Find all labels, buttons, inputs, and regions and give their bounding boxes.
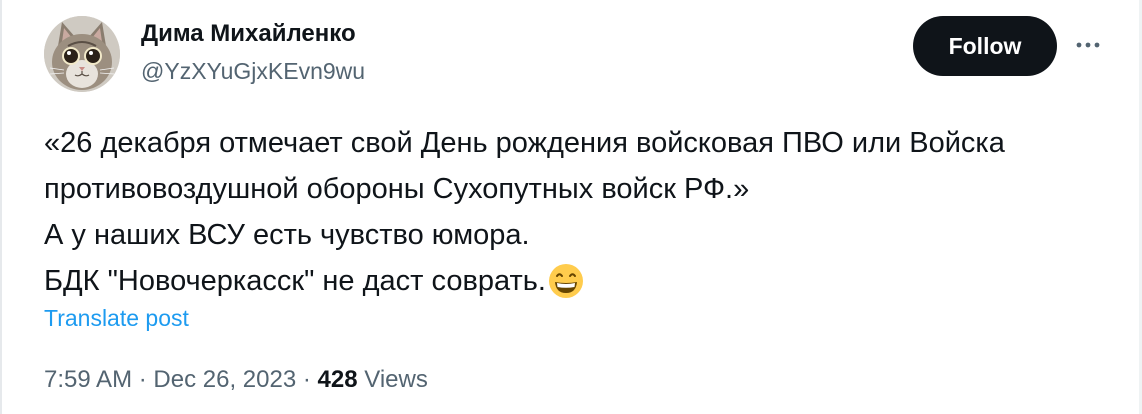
window-left-border [0,0,2,414]
follow-button[interactable]: Follow [913,16,1057,76]
tweet-text-line-last: БДК "Новочеркасск" не даст соврать. [44,258,1124,304]
views-count: 428 [317,366,358,393]
tweet-text-line: «26 декабря отмечает свой День рождения … [44,127,1005,159]
tweet-date[interactable]: Dec 26, 2023 [153,366,296,393]
author-handle[interactable]: @YzXYuGjxKEvn9wu [141,58,365,85]
author-name[interactable]: Дима Михайленко [141,20,356,48]
cat-avatar-icon [44,16,120,92]
tweet-text-line-content: БДК "Новочеркасск" не даст соврать. [44,265,546,297]
tweet-time[interactable]: 7:59 AM [44,366,132,393]
tweet-text-line: А у наших ВСУ есть чувство юмора. [44,219,530,251]
tweet-text: «26 декабря отмечает свой День рождения … [44,120,1124,304]
meta-separator: · [302,366,311,393]
tweet-meta: 7:59 AM · Dec 26, 2023 · 428 Views [44,366,428,394]
more-options-icon [1076,42,1100,48]
translate-post-link[interactable]: Translate post [44,305,189,332]
avatar[interactable] [44,16,120,92]
tweet-text-line: противовоздушной обороны Сухопутных войс… [44,173,750,205]
more-options-button[interactable] [1068,30,1108,60]
grinning-face-emoji-icon [548,264,583,298]
meta-separator: · [138,366,147,393]
views-label: Views [364,366,428,393]
